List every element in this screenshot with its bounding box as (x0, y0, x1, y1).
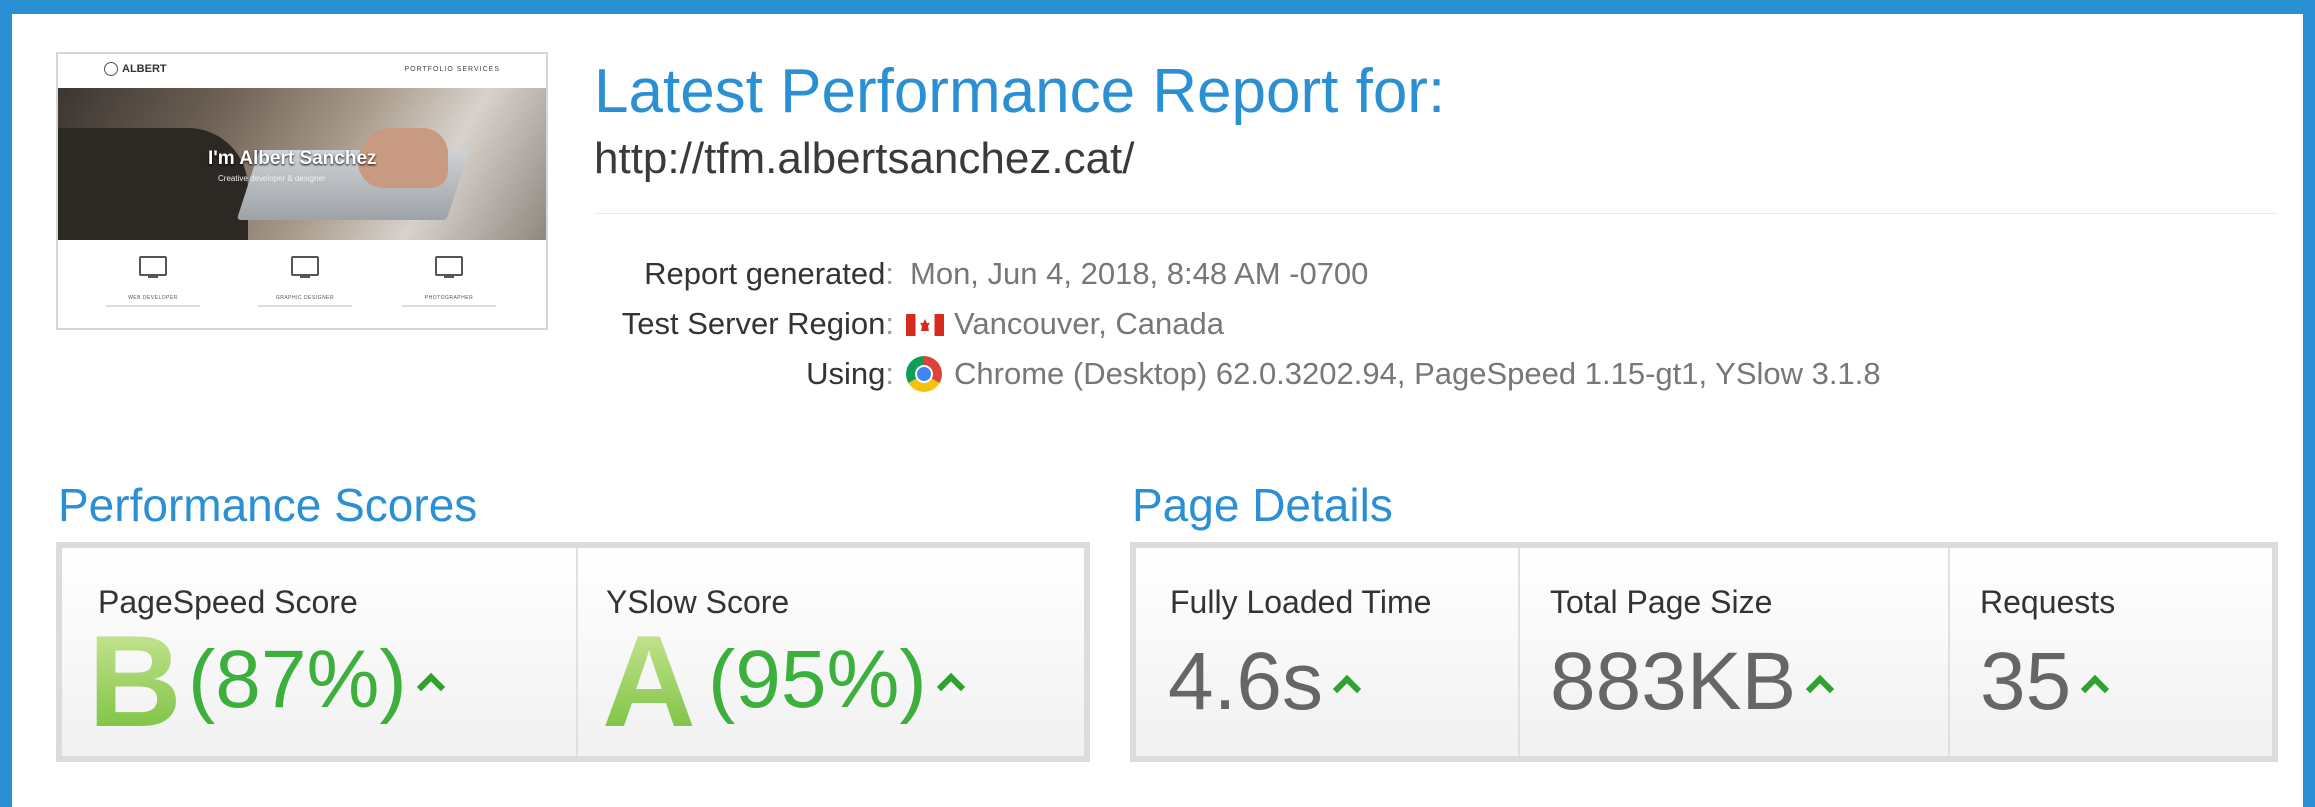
pagespeed-score-card[interactable]: PageSpeed Score B (87%) (62, 548, 578, 756)
caret-up-icon (936, 673, 965, 702)
test-region-label-wrap: Test Server Region: (622, 306, 894, 342)
yslow-percent-text: (95%) (708, 634, 927, 725)
page-details-panel: Fully Loaded Time 4.6s Total Page Size 8… (1130, 542, 2278, 762)
using-text: Chrome (Desktop) 62.0.3202.94, PageSpeed… (954, 356, 1881, 391)
test-region-text: Vancouver, Canada (954, 306, 1225, 341)
report-title: Latest Performance Report for: (594, 57, 1446, 126)
thumbnail-hero: I'm Albert Sanchez Creative developer & … (58, 88, 546, 240)
page-size-value-text: 883KB (1550, 636, 1797, 727)
report-url[interactable]: http://tfm.albertsanchez.cat/ (594, 134, 1134, 184)
header-divider (594, 213, 2278, 214)
thumbnail-logo-text: ALBERT (122, 62, 167, 75)
page-size-label: Total Page Size (1550, 584, 1773, 620)
fully-loaded-value: 4.6s (1168, 632, 1362, 732)
test-region-value: Vancouver, Canada (906, 306, 1224, 342)
using-label: Using (806, 356, 886, 391)
thumbnail-logo: ALBERT (104, 62, 167, 76)
page-details-title: Page Details (1132, 479, 1393, 531)
test-region-row: Test Server Region: (0, 306, 894, 346)
pagespeed-grade: B (88, 608, 182, 754)
requests-value-text: 35 (1980, 636, 2072, 727)
requests-card[interactable]: Requests 35 (1950, 548, 2272, 756)
test-region-label: Test Server Region (621, 306, 886, 341)
chrome-icon (906, 356, 942, 392)
thumbnail-hero-title: I'm Albert Sanchez (208, 148, 377, 169)
yslow-percent: (95%) (708, 630, 965, 730)
logo-icon (104, 62, 118, 76)
performance-scores-title: Performance Scores (58, 479, 478, 531)
thumbnail-hero-subtitle: Creative developer & designer (218, 174, 326, 183)
yslow-score-card[interactable]: YSlow Score A (95%) (578, 548, 1084, 756)
fully-loaded-value-text: 4.6s (1168, 636, 1323, 727)
caret-up-icon (1332, 675, 1362, 704)
using-row: Using: (0, 356, 894, 396)
colon: : (885, 356, 894, 391)
yslow-grade: A (602, 608, 696, 754)
caret-up-icon (1806, 675, 1835, 704)
canada-flag-icon (906, 314, 944, 336)
using-label-wrap: Using: (806, 356, 894, 392)
fully-loaded-label: Fully Loaded Time (1170, 584, 1432, 620)
page-size-value: 883KB (1550, 632, 1835, 732)
fully-loaded-card[interactable]: Fully Loaded Time 4.6s (1136, 548, 1520, 756)
thumbnail-navbar: ALBERT PORTFOLIO SERVICES (58, 54, 546, 88)
report-generated-value: Mon, Jun 4, 2018, 8:48 AM -0700 (910, 256, 1369, 291)
using-value: Chrome (Desktop) 62.0.3202.94, PageSpeed… (906, 356, 1881, 392)
report-generated-label: Report generated (644, 256, 886, 291)
thumbnail-nav-links: PORTFOLIO SERVICES (404, 66, 500, 73)
performance-scores-panel: PageSpeed Score B (87%) YSlow Score A (9… (56, 542, 1090, 762)
requests-label: Requests (1980, 584, 2116, 620)
caret-up-icon (416, 673, 445, 702)
report-generated-label-wrap: Report generated: (644, 256, 894, 292)
report-generated-row: Report generated: (0, 256, 894, 296)
pagespeed-percent: (87%) (188, 630, 445, 730)
hero-arm-shape (58, 128, 248, 240)
colon: : (885, 306, 894, 341)
page-size-card[interactable]: Total Page Size 883KB (1520, 548, 1950, 756)
caret-up-icon (2081, 675, 2110, 704)
pagespeed-percent-text: (87%) (188, 634, 407, 725)
requests-value: 35 (1980, 632, 2110, 732)
colon: : (885, 256, 894, 291)
